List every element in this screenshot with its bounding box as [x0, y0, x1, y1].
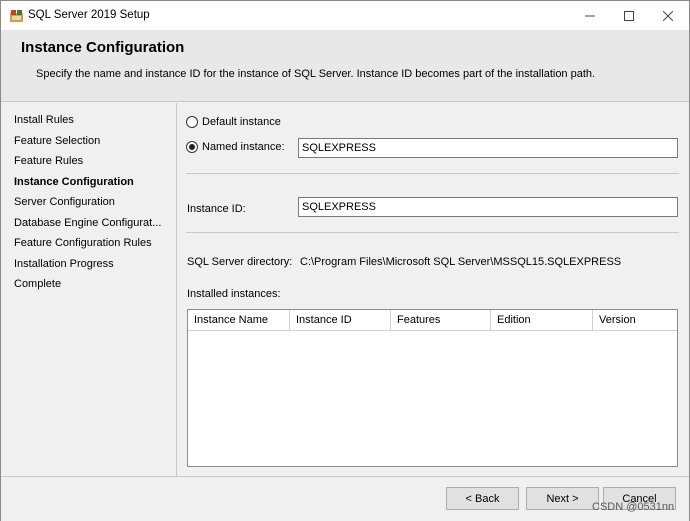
column-header-edition[interactable]: Edition — [491, 310, 593, 331]
main-content: Default instance Named instance: SQLEXPR… — [178, 103, 689, 476]
page-title: Instance Configuration — [21, 39, 185, 56]
sql-server-directory-value: C:\Program Files\Microsoft SQL Server\MS… — [300, 256, 622, 268]
nav-item-database-engine-configuration[interactable]: Database Engine Configurat... — [14, 217, 161, 229]
page-header: Instance Configuration Specify the name … — [1, 30, 689, 102]
back-button[interactable]: < Back — [446, 487, 519, 510]
installed-instances-label: Installed instances: — [187, 288, 281, 300]
default-instance-option[interactable]: Default instance — [186, 116, 281, 128]
nav-item-installation-progress[interactable]: Installation Progress — [14, 258, 114, 270]
installed-instances-grid[interactable]: Instance Name Instance ID Features Editi… — [187, 309, 678, 467]
minimize-icon — [585, 15, 595, 16]
grid-header: Instance Name Instance ID Features Editi… — [188, 310, 677, 331]
named-instance-label: Named instance: — [202, 141, 285, 153]
title-bar: SQL Server 2019 Setup — [1, 1, 689, 30]
setup-window: SQL Server 2019 Setup Instance Configura… — [0, 0, 690, 521]
sql-server-setup-icon — [10, 10, 23, 22]
named-instance-radio[interactable] — [186, 141, 198, 153]
nav-item-install-rules[interactable]: Install Rules — [14, 114, 74, 126]
default-instance-label: Default instance — [202, 116, 281, 128]
nav-item-complete[interactable]: Complete — [14, 278, 61, 290]
separator — [186, 173, 679, 174]
maximize-button[interactable] — [609, 1, 649, 30]
default-instance-radio[interactable] — [186, 116, 198, 128]
step-navigation: Install Rules Feature Selection Feature … — [2, 103, 177, 476]
sql-server-directory-label: SQL Server directory: — [187, 256, 293, 268]
nav-item-feature-configuration-rules[interactable]: Feature Configuration Rules — [14, 237, 152, 249]
column-header-instance-name[interactable]: Instance Name — [188, 310, 290, 331]
watermark: CSDN @0531nn — [592, 501, 675, 513]
footer-bar: < Back Next > Cancel — [1, 476, 689, 521]
instance-id-input[interactable]: SQLEXPRESS — [298, 197, 678, 217]
minimize-button[interactable] — [570, 1, 610, 30]
column-header-version[interactable]: Version — [593, 310, 677, 331]
instance-id-label: Instance ID: — [187, 203, 246, 215]
nav-item-feature-rules[interactable]: Feature Rules — [14, 155, 83, 167]
separator — [186, 232, 679, 233]
next-button[interactable]: Next > — [526, 487, 599, 510]
window-title: SQL Server 2019 Setup — [28, 9, 150, 21]
nav-item-instance-configuration[interactable]: Instance Configuration — [14, 176, 134, 188]
maximize-icon — [624, 10, 634, 21]
named-instance-input[interactable]: SQLEXPRESS — [298, 138, 678, 158]
close-button[interactable] — [648, 1, 688, 30]
column-header-instance-id[interactable]: Instance ID — [290, 310, 391, 331]
nav-item-feature-selection[interactable]: Feature Selection — [14, 135, 100, 147]
nav-item-server-configuration[interactable]: Server Configuration — [14, 196, 115, 208]
close-icon — [663, 10, 673, 21]
named-instance-option[interactable]: Named instance: — [186, 141, 285, 153]
column-header-features[interactable]: Features — [391, 310, 491, 331]
page-description: Specify the name and instance ID for the… — [36, 68, 596, 80]
